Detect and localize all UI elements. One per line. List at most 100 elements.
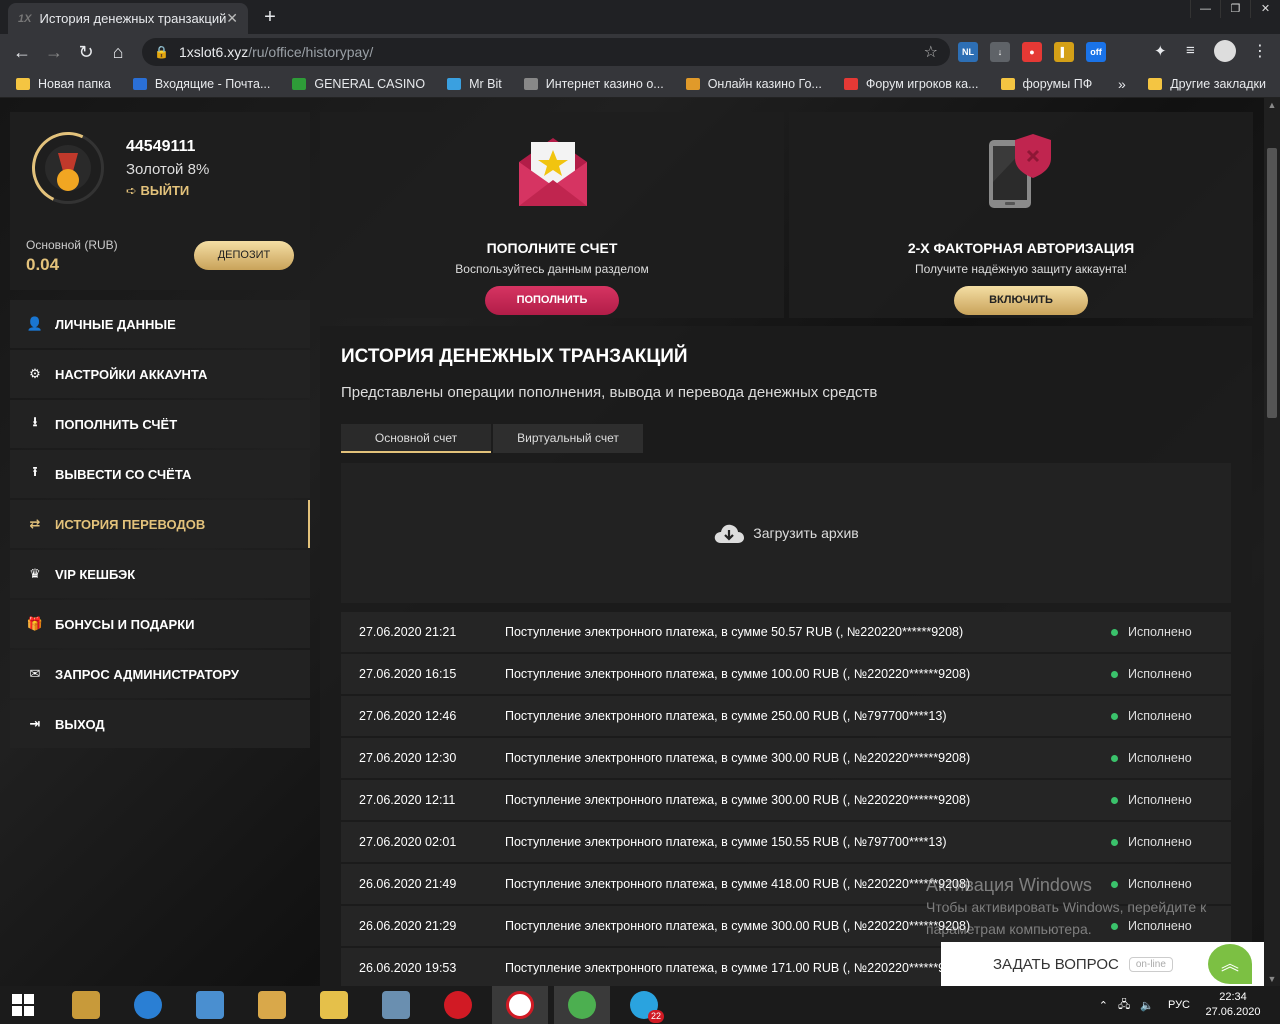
volume-icon[interactable]: 🔈 — [1140, 999, 1154, 1012]
scroll-up-icon[interactable]: ▲ — [1264, 100, 1280, 110]
minimize-button[interactable]: — — [1190, 0, 1220, 18]
language-indicator[interactable]: РУС — [1168, 999, 1190, 1011]
enable-2fa-button[interactable]: ВКЛЮЧИТЬ — [954, 286, 1088, 315]
browser-tab[interactable]: 1X История денежных транзакций ✕ — [8, 3, 248, 34]
bookmark-item[interactable]: Интернет казино о... — [523, 77, 664, 91]
tab-main-account[interactable]: Основной счет — [341, 424, 491, 453]
url-input[interactable]: 🔒 1xslot6.xyz/ru/office/historypay/ ☆ — [142, 38, 950, 66]
taskbar-app[interactable] — [120, 986, 176, 1024]
taskbar-app[interactable] — [430, 986, 486, 1024]
transaction-status: Исполнено — [1111, 835, 1231, 849]
status-label: Исполнено — [1128, 625, 1192, 639]
exit-icon: ⇥ — [29, 716, 41, 731]
bookmark-item[interactable]: Входящие - Почта... — [132, 77, 270, 91]
home-button[interactable]: ⌂ — [102, 42, 134, 63]
promo-deposit-card: ПОПОЛНИТЕ СЧЕТ Воспользуйтесь данным раз… — [320, 112, 784, 318]
menu-item-label: ЛИЧНЫЕ ДАННЫЕ — [55, 316, 176, 332]
medal-icon — [21, 121, 115, 215]
bookmark-item[interactable]: GENERAL CASINO — [292, 77, 425, 91]
bookmark-item[interactable]: форумы ПФ — [1000, 77, 1092, 91]
menu-item[interactable]: ✉ ЗАПРОС АДМИНИСТРАТОРУ — [10, 650, 310, 698]
transaction-row: 27.06.2020 12:11 Поступление электронного… — [341, 780, 1231, 820]
scroll-thumb[interactable] — [1267, 148, 1277, 418]
taskbar-app[interactable] — [554, 986, 610, 1024]
menu-item[interactable]: ⭳ ПОПОЛНИТЬ СЧЁТ — [10, 400, 310, 448]
taskbar-app[interactable] — [182, 986, 238, 1024]
stop-icon[interactable]: ● — [1022, 42, 1042, 62]
page-scrollbar[interactable]: ▲ ▼ — [1264, 98, 1280, 986]
menu-item[interactable]: ⚙ НАСТРОЙКИ АККАУНТА — [10, 350, 310, 398]
bookmark-item[interactable]: Новая папка — [16, 77, 111, 91]
clock[interactable]: 22:34 27.06.2020 — [1198, 990, 1268, 1020]
reload-button[interactable]: ↻ — [70, 42, 102, 63]
paint-icon — [258, 991, 286, 1019]
off-icon[interactable]: off — [1086, 42, 1106, 62]
bookmark-item[interactable]: Онлайн казино Го... — [685, 77, 822, 91]
network-icon[interactable]: 🖧 — [1118, 996, 1130, 1015]
bookmark-item[interactable]: Mr Bit — [447, 77, 502, 91]
lock-icon[interactable]: 🔒 — [154, 45, 169, 59]
transaction-description: Поступление электронного платежа, в сумм… — [505, 709, 947, 723]
flag-icon[interactable]: ▌ — [1054, 42, 1074, 62]
menu-item[interactable]: ⇄ ИСТОРИЯ ПЕРЕВОДОВ — [10, 500, 310, 548]
download-archive-button[interactable]: Загрузить архив — [341, 463, 1231, 603]
logout-link[interactable]: ➪ ВЫЙТИ — [126, 183, 189, 199]
taskbar-app[interactable]: 22 — [616, 986, 672, 1024]
close-window-button[interactable]: ✕ — [1250, 0, 1280, 18]
ask-question-widget[interactable]: ЗАДАТЬ ВОПРОС on-line ︽ — [941, 942, 1264, 986]
status-label: Исполнено — [1128, 835, 1192, 849]
taskbar-app[interactable] — [244, 986, 300, 1024]
bookmark-item[interactable]: Форум игроков ка... — [843, 77, 979, 91]
tab-title: История денежных транзакций — [39, 11, 227, 26]
menu-item[interactable]: 👤 ЛИЧНЫЕ ДАННЫЕ — [10, 300, 310, 348]
taskbar-app[interactable] — [58, 986, 114, 1024]
address-bar-row: ← → ↻ ⌂ 🔒 1xslot6.xyz/ru/office/historyp… — [0, 34, 1280, 70]
profile-avatar[interactable] — [1214, 40, 1236, 62]
loyalty-level: Золотой 8% — [126, 161, 210, 178]
transaction-row: 27.06.2020 12:30 Поступление электронного… — [341, 738, 1231, 778]
tab-virtual-account[interactable]: Виртуальный счет — [493, 424, 643, 453]
restore-button[interactable]: ❐ — [1220, 0, 1250, 18]
menu-item-label: ИСТОРИЯ ПЕРЕВОДОВ — [55, 516, 206, 532]
new-tab-button[interactable]: + — [258, 5, 282, 29]
menu-item-label: БОНУСЫ И ПОДАРКИ — [55, 616, 195, 632]
menu-item[interactable]: ♛ VIP КЕШБЭК — [10, 550, 310, 598]
menu-item[interactable]: ⇥ ВЫХОД — [10, 700, 310, 748]
forward-button[interactable]: → — [38, 42, 70, 63]
settings-icon: ⚙ — [29, 366, 41, 381]
tray-expand-icon[interactable]: ⌃ — [1099, 999, 1108, 1012]
transaction-date: 26.06.2020 19:53 — [359, 961, 457, 975]
taskbar-app[interactable] — [368, 986, 424, 1024]
transaction-date: 27.06.2020 12:30 — [359, 751, 457, 765]
transaction-description: Поступление электронного платежа, в сумм… — [505, 793, 971, 807]
back-button[interactable]: ← — [6, 42, 38, 63]
windows-taskbar: 22 ⌃ 🖧 🔈 РУС 22:34 27.06.2020 — [0, 986, 1280, 1024]
menu-item[interactable]: ⭱ ВЫВЕСТИ СО СЧЁТА — [10, 450, 310, 498]
folder-icon — [16, 77, 30, 90]
bookmarks-more-button[interactable]: » — [1118, 70, 1126, 98]
scroll-down-icon[interactable]: ▼ — [1264, 974, 1280, 984]
bookmark-star-icon[interactable]: ☆ — [924, 42, 938, 62]
download-icon[interactable]: ↓ — [990, 42, 1010, 62]
browser-menu-icon[interactable]: ⋮ — [1252, 41, 1268, 61]
vpn-nl-icon[interactable]: NL — [958, 42, 978, 62]
user-icon: 👤 — [26, 316, 44, 331]
watermark-title: Активация Windows — [926, 875, 1092, 895]
taskbar-app[interactable] — [306, 986, 362, 1024]
replenish-button[interactable]: ПОПОЛНИТЬ — [485, 286, 619, 315]
transaction-description: Поступление электронного платежа, в сумм… — [505, 667, 971, 681]
browser-titlebar: 1X История денежных транзакций ✕ + — ❐ ✕ — [0, 0, 1280, 34]
windows-start-icon[interactable] — [12, 994, 34, 1016]
extensions-puzzle-icon[interactable]: ✦ — [1154, 42, 1167, 60]
other-bookmarks[interactable]: Другие закладки — [1148, 70, 1266, 98]
taskbar-app[interactable] — [492, 986, 548, 1024]
scroll-to-top-icon[interactable]: ︽ — [1208, 944, 1252, 984]
tab-close-icon[interactable]: ✕ — [226, 10, 238, 27]
deposit-button[interactable]: ДЕПОЗИТ — [194, 241, 294, 270]
transaction-description: Поступление электронного платежа, в сумм… — [505, 625, 964, 639]
menu-item[interactable]: 🎁 БОНУСЫ И ПОДАРКИ — [10, 600, 310, 648]
promo-2fa-card: 2-Х ФАКТОРНАЯ АВТОРИЗАЦИЯ Получите надёж… — [789, 112, 1253, 318]
clock-date: 27.06.2020 — [1205, 1006, 1261, 1018]
status-dot-icon — [1111, 838, 1118, 846]
reading-list-icon[interactable]: ≡ — [1186, 42, 1195, 59]
